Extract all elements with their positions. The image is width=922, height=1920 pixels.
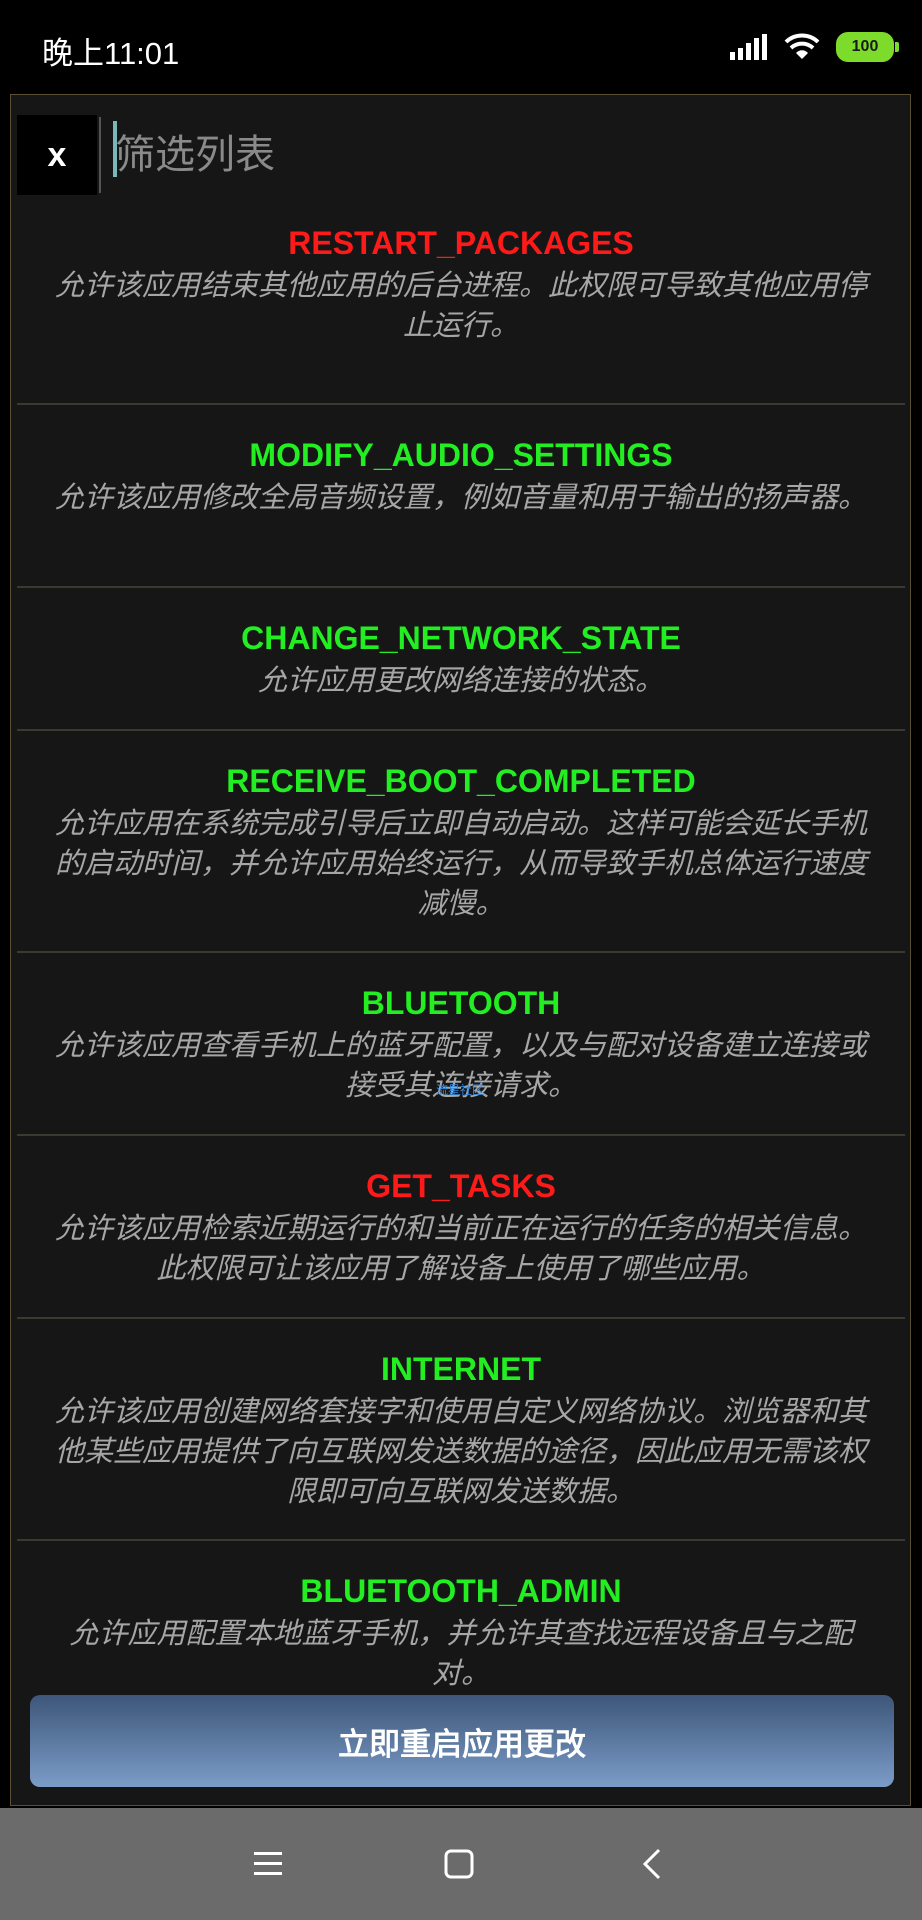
- permission-name: BLUETOOTH: [361, 985, 561, 1021]
- permission-item: BLUETOOTH 允许该应用查看手机上的蓝牙配置，以及与配对设备建立连接或接受…: [17, 953, 905, 1136]
- status-icons: 100: [730, 30, 899, 64]
- filter-row: x: [15, 115, 905, 195]
- permission-name: MODIFY_AUDIO_SETTINGS: [249, 437, 673, 473]
- permission-name: RECEIVE_BOOT_COMPLETED: [226, 763, 696, 799]
- close-icon: x: [47, 135, 67, 174]
- filter-divider: [99, 117, 101, 193]
- permissions-dialog: x RESTART_PACKAGES 允许该应用结束其他应用的后台进程。此权限可…: [10, 94, 911, 1806]
- permission-name: RESTART_PACKAGES: [288, 225, 634, 261]
- filter-input[interactable]: [111, 115, 895, 195]
- status-bar: 晚上11:01 100: [0, 0, 922, 94]
- permission-name: CHANGE_NETWORK_STATE: [241, 620, 681, 656]
- permission-item: INTERNET 允许该应用创建网络套接字和使用自定义网络协议。浏览器和其他某些…: [17, 1319, 905, 1541]
- permission-item: BLUETOOTH_ADMIN 允许应用配置本地蓝牙手机，并允许其查找远程设备且…: [17, 1541, 905, 1701]
- battery-level: 100: [851, 38, 879, 55]
- permission-name: GET_TASKS: [366, 1168, 556, 1204]
- signal-icon: [730, 34, 767, 60]
- battery-icon: 100: [836, 32, 899, 62]
- screen: 晚上11:01 100 x 筛选列表 RESTART_PACKAGES 允许该应…: [0, 0, 922, 1920]
- permission-item: CHANGE_NETWORK_STATE 允许应用更改网络连接的状态。: [17, 588, 905, 731]
- permission-name: INTERNET: [381, 1351, 541, 1387]
- home-icon[interactable]: [433, 1838, 485, 1890]
- status-time: 晚上11:01: [42, 36, 180, 71]
- menu-icon[interactable]: [242, 1838, 294, 1890]
- permission-description: 允许该应用创建网络套接字和使用自定义网络协议。浏览器和其他某些应用提供了向互联网…: [54, 1394, 867, 1508]
- permission-item: RECEIVE_BOOT_COMPLETED 允许应用在系统完成引导后立即自动启…: [17, 731, 905, 953]
- permission-description: 允许该应用结束其他应用的后台进程。此权限可导致其他应用停止运行。: [54, 268, 867, 342]
- close-button[interactable]: x: [17, 115, 97, 195]
- permission-description: 允许应用配置本地蓝牙手机，并允许其查找远程设备且与之配对。: [69, 1616, 853, 1690]
- permission-item: GET_TASKS 允许该应用检索近期运行的和当前正在运行的任务的相关信息。此权…: [17, 1136, 905, 1319]
- restart-apply-button[interactable]: 立即重启应用更改: [30, 1695, 894, 1787]
- permission-description: 允许该应用检索近期运行的和当前正在运行的任务的相关信息。此权限可让该应用了解设备…: [54, 1211, 867, 1285]
- permission-description: 允许应用在系统完成引导后立即自动启动。这样可能会延长手机的启动时间，并允许应用始…: [54, 806, 867, 920]
- text-caret: [113, 121, 117, 177]
- permission-description: 允许应用更改网络连接的状态。: [257, 663, 664, 697]
- permission-item: MODIFY_AUDIO_SETTINGS 允许该应用修改全局音频设置，例如音量…: [17, 405, 905, 588]
- navigation-bar: [0, 1808, 922, 1920]
- permission-description: 允许该应用修改全局音频设置，例如音量和用于输出的扬声器。: [54, 480, 867, 514]
- permission-item: RESTART_PACKAGES 允许该应用结束其他应用的后台进程。此权限可导致…: [17, 223, 905, 405]
- watermark-text: 流星社区: [436, 1083, 485, 1097]
- permission-name: BLUETOOTH_ADMIN: [300, 1573, 622, 1609]
- back-icon[interactable]: [627, 1838, 679, 1890]
- wifi-icon: [784, 33, 820, 59]
